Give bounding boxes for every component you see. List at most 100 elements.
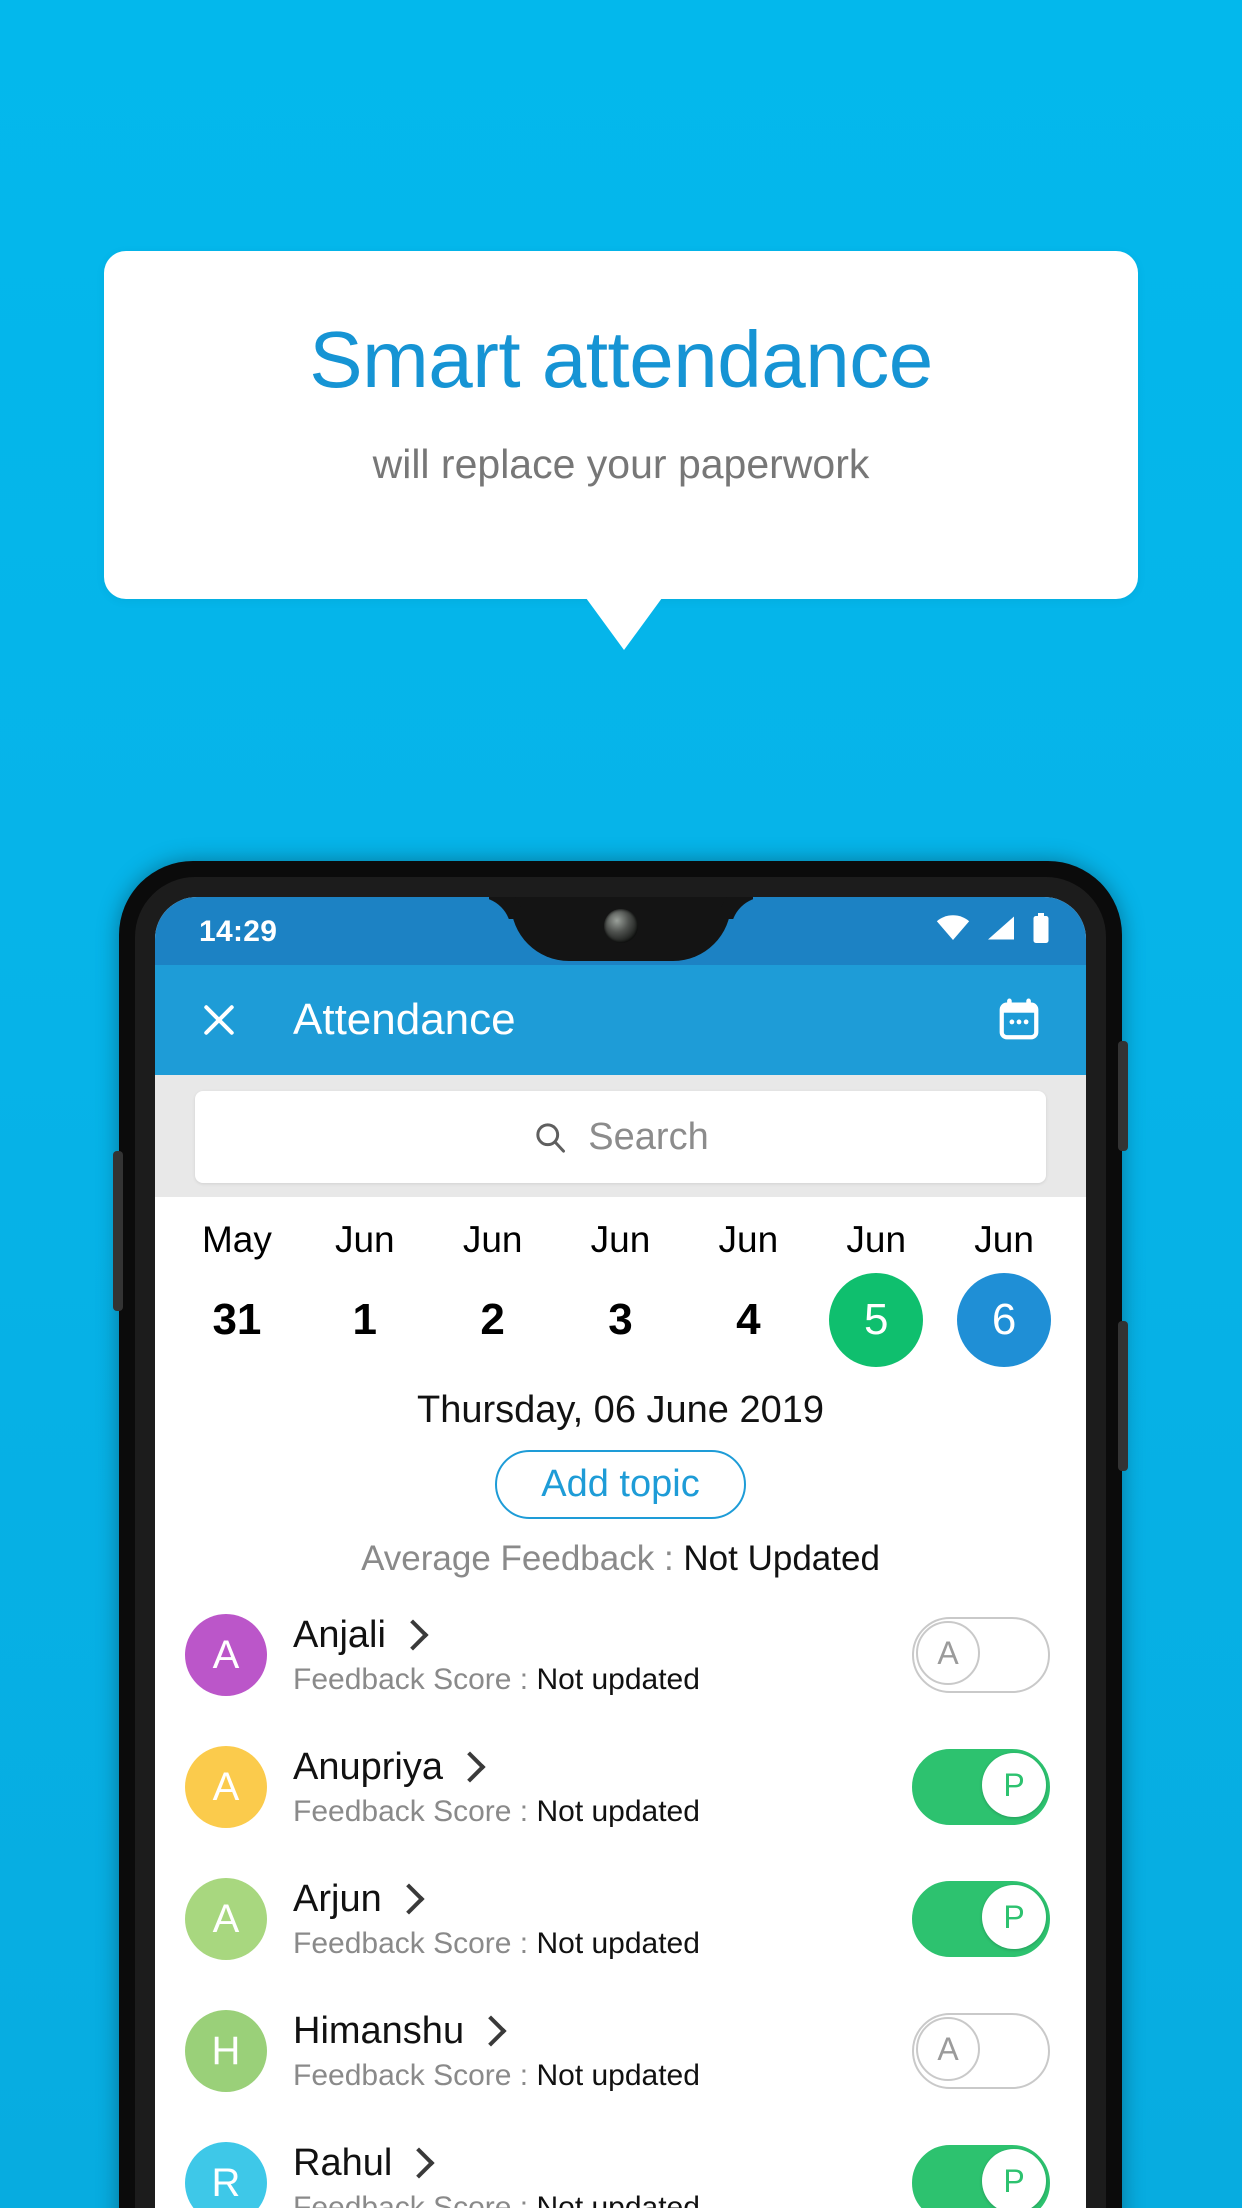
student-info: Himanshu Feedback Score : Not updated [293, 2010, 912, 2093]
chevron-right-icon[interactable] [454, 1751, 486, 1783]
student-info: Rahul Feedback Score : Not updated [293, 2142, 912, 2208]
date-number-wrap: 3 [557, 1273, 685, 1367]
attendance-toggle[interactable]: P [912, 1749, 1050, 1825]
date-number[interactable]: 1 [318, 1273, 412, 1367]
app-bar: Attendance [155, 965, 1086, 1075]
calendar-icon[interactable] [996, 997, 1042, 1043]
date-number[interactable]: 31 [190, 1273, 284, 1367]
student-name-line[interactable]: Anjali [293, 1614, 912, 1657]
date-number[interactable]: 3 [574, 1273, 668, 1367]
date-month-label: Jun [462, 1219, 523, 1260]
phone-power-button[interactable] [1118, 1041, 1128, 1151]
add-topic-button[interactable]: Add topic [495, 1450, 746, 1519]
student-row[interactable]: A Anjali Feedback Score : Not updated A [155, 1589, 1086, 1721]
feedback-score-value: Not updated [536, 1926, 700, 1960]
student-name: Anupriya [293, 1745, 443, 1788]
date-month-label: May [201, 1219, 272, 1260]
student-list: A Anjali Feedback Score : Not updated A A Anu… [155, 1589, 1086, 2208]
date-cell[interactable]: Jun 6 [940, 1213, 1068, 1367]
feedback-score-value: Not updated [536, 2190, 700, 2208]
student-name-line[interactable]: Anupriya [293, 1746, 912, 1789]
student-name: Rahul [293, 2141, 393, 2184]
attendance-toggle[interactable]: A [912, 2013, 1050, 2089]
status-icons [936, 913, 1050, 943]
feedback-score-value: Not updated [536, 2058, 700, 2092]
feedback-score-value: Not updated [536, 1662, 700, 1696]
average-feedback: Average Feedback : Not Updated [155, 1539, 1086, 1579]
phone-screen: 14:29 Attendance Search May 31 Jun 1 Jun… [155, 897, 1086, 2208]
status-time: 14:29 [199, 915, 278, 948]
student-row[interactable]: A Arjun Feedback Score : Not updated P [155, 1853, 1086, 1985]
attendance-toggle-knob: A [916, 2017, 980, 2081]
date-number[interactable]: 2 [446, 1273, 540, 1367]
date-cell[interactable]: Jun 3 [557, 1213, 685, 1367]
close-icon[interactable] [199, 1000, 239, 1040]
date-number-wrap: 31 [173, 1273, 301, 1367]
avatar: H [185, 2010, 267, 2092]
chevron-right-icon[interactable] [403, 2147, 435, 2179]
battery-icon [1032, 913, 1050, 943]
feedback-score-label: Feedback Score : [293, 1662, 537, 1696]
date-month-label: Jun [334, 1219, 395, 1260]
average-feedback-value: Not Updated [683, 1539, 880, 1578]
promo-page: Smart attendance will replace your paper… [0, 0, 1242, 2208]
add-topic-row: Add topic [155, 1450, 1086, 1519]
date-number[interactable]: 4 [701, 1273, 795, 1367]
student-row[interactable]: R Rahul Feedback Score : Not updated P [155, 2117, 1086, 2208]
front-camera [603, 909, 638, 943]
chevron-right-icon[interactable] [393, 1883, 425, 1915]
student-name: Arjun [293, 1877, 382, 1920]
date-cell[interactable]: Jun 2 [429, 1213, 557, 1367]
attendance-toggle[interactable]: P [912, 2145, 1050, 2208]
status-bar: 14:29 [155, 897, 1086, 965]
chevron-right-icon[interactable] [397, 1619, 429, 1651]
feedback-score: Feedback Score : Not updated [293, 1927, 912, 1961]
feedback-score-label: Feedback Score : [293, 2058, 537, 2092]
date-number-wrap: 5 [812, 1273, 940, 1367]
avatar: A [185, 1614, 267, 1696]
avatar: R [185, 2142, 267, 2208]
search-input[interactable]: Search [195, 1091, 1046, 1183]
date-month-label: Jun [974, 1219, 1034, 1260]
date-number[interactable]: 6 [957, 1273, 1052, 1367]
student-row[interactable]: H Himanshu Feedback Score : Not updated A [155, 1985, 1086, 2117]
search-bar-container: Search [155, 1075, 1086, 1197]
date-month-label: Jun [846, 1219, 907, 1260]
selected-date-label: Thursday, 06 June 2019 [416, 1389, 824, 1431]
date-number-wrap: 2 [429, 1273, 557, 1367]
cellular-signal-icon [986, 915, 1016, 941]
date-cell[interactable]: Jun 5 [812, 1213, 940, 1367]
date-strip[interactable]: May 31 Jun 1 Jun 2 Jun 3 Jun 4 Jun 5 Jun 6 [155, 1197, 1086, 1375]
attendance-toggle-knob: P [982, 2149, 1046, 2208]
student-row[interactable]: A Anupriya Feedback Score : Not updated P [155, 1721, 1086, 1853]
student-info: Arjun Feedback Score : Not updated [293, 1878, 912, 1961]
date-month-label: Jun [590, 1219, 651, 1260]
attendance-toggle-knob: A [916, 1621, 980, 1685]
wifi-icon [936, 915, 970, 941]
student-name-line[interactable]: Arjun [293, 1878, 912, 1921]
date-cell[interactable]: Jun 1 [301, 1213, 429, 1367]
callout-arrow [586, 598, 662, 650]
student-name: Himanshu [293, 2009, 465, 2052]
search-icon [532, 1119, 568, 1155]
chevron-right-icon[interactable] [475, 2015, 507, 2047]
attendance-toggle[interactable]: A [912, 1617, 1050, 1693]
feedback-score-value: Not updated [536, 1794, 700, 1828]
avatar: A [185, 1878, 267, 1960]
student-info: Anupriya Feedback Score : Not updated [293, 1746, 912, 1829]
student-name-line[interactable]: Rahul [293, 2142, 912, 2185]
date-cell[interactable]: May 31 [173, 1213, 301, 1367]
student-name-line[interactable]: Himanshu [293, 2010, 912, 2053]
promo-subtitle: will replace your paperwork [372, 441, 870, 487]
phone-notch [510, 897, 731, 961]
average-feedback-label: Average Feedback : [361, 1539, 684, 1578]
phone-left-button[interactable] [113, 1151, 123, 1311]
feedback-score: Feedback Score : Not updated [293, 2191, 912, 2208]
attendance-toggle[interactable]: P [912, 1881, 1050, 1957]
date-number[interactable]: 5 [829, 1273, 924, 1367]
student-info: Anjali Feedback Score : Not updated [293, 1614, 912, 1697]
date-number-wrap: 1 [301, 1273, 429, 1367]
avatar: A [185, 1746, 267, 1828]
phone-volume-button[interactable] [1118, 1321, 1128, 1471]
date-cell[interactable]: Jun 4 [684, 1213, 812, 1367]
